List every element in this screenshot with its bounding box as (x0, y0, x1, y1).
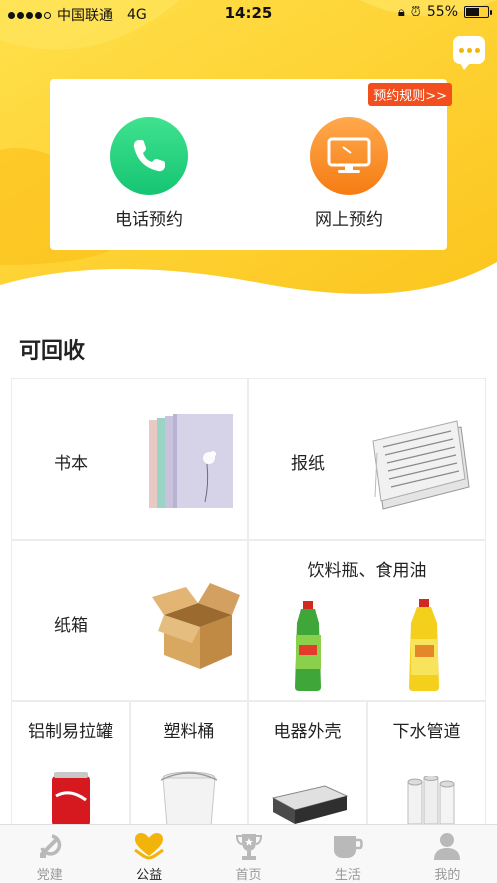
tab-label: 我的 (434, 868, 461, 883)
section-title-recyclable: 可回收 (19, 339, 86, 364)
recyclable-item-cardboard[interactable]: 纸箱 (12, 541, 247, 700)
phone-appointment-button[interactable]: 电话预约 (79, 117, 219, 230)
recyclable-item-cans[interactable]: 铝制易拉罐 (12, 702, 129, 824)
cup-icon (333, 836, 363, 858)
recyclable-grid: 书本 报纸 纸箱 饮料瓶、食用油 铝制易拉罐 塑料桶 电器外壳 下水管道 (11, 378, 486, 824)
party-emblem-icon (39, 834, 61, 858)
person-icon (434, 833, 461, 860)
item-label: 铝制易拉罐 (28, 722, 113, 742)
battery-percent: 55% (426, 4, 458, 20)
recyclable-item-books[interactable]: 书本 (12, 379, 247, 539)
appliance-shell-image (271, 785, 349, 824)
phone-icon (110, 117, 188, 195)
drain-pipe-image (407, 776, 455, 824)
tab-label: 生活 (334, 868, 361, 883)
books-image (149, 414, 233, 508)
status-bar: 中国联通 4G 14:25 🔒︎ ⏰︎ 55% (0, 0, 497, 26)
plastic-bucket-image (160, 771, 218, 824)
item-label: 报纸 (291, 454, 325, 474)
tab-label: 党建 (36, 868, 63, 883)
battery-icon (464, 6, 492, 18)
recyclable-item-bottles-oil[interactable]: 饮料瓶、食用油 (249, 541, 485, 700)
recyclable-item-newspaper[interactable]: 报纸 (249, 379, 485, 539)
bottom-tab-bar: 党建 公益 首页 生活 我的 (0, 824, 497, 883)
online-appointment-label: 网上预约 (315, 210, 383, 230)
cardboard-box-image (152, 583, 240, 669)
chat-bubble-icon[interactable] (453, 36, 485, 70)
tab-label: 首页 (235, 868, 262, 883)
trophy-icon (235, 834, 262, 860)
online-appointment-button[interactable]: 网上预约 (279, 117, 419, 230)
orientation-lock-icon: 🔒︎ (397, 4, 405, 20)
phone-appointment-label: 电话预约 (115, 210, 183, 230)
recyclable-item-plastic-bucket[interactable]: 塑料桶 (131, 702, 247, 824)
tab-label: 公益 (136, 868, 163, 883)
cooking-oil-image (409, 599, 439, 691)
heart-hands-icon (134, 833, 164, 860)
item-label: 纸箱 (54, 616, 88, 636)
tab-mine[interactable]: 我的 (398, 825, 497, 883)
alarm-icon: ⏰︎ (410, 4, 421, 20)
tab-home[interactable]: 首页 (199, 825, 298, 883)
tab-charity[interactable]: 公益 (99, 825, 198, 883)
tab-life[interactable]: 生活 (298, 825, 397, 883)
item-label: 塑料桶 (163, 722, 215, 742)
recyclable-item-drain-pipe[interactable]: 下水管道 (368, 702, 485, 824)
header-banner: 中国联通 4G 14:25 🔒︎ ⏰︎ 55% 预约规则>> 电话预约 网上预约 (0, 0, 497, 310)
item-label: 书本 (54, 454, 88, 474)
soda-can-image (52, 772, 90, 824)
item-label: 下水管道 (392, 722, 461, 742)
newspaper-image (372, 420, 470, 510)
item-label: 饮料瓶、食用油 (307, 561, 427, 581)
recyclable-item-appliance-shell[interactable]: 电器外壳 (249, 702, 366, 824)
item-label: 电器外壳 (273, 722, 342, 742)
monitor-icon (310, 117, 388, 195)
appointment-card: 预约规则>> 电话预约 网上预约 (50, 79, 452, 250)
drink-bottle-image (295, 601, 321, 691)
tab-party-building[interactable]: 党建 (0, 825, 99, 883)
appointment-rules-link[interactable]: 预约规则>> (368, 83, 452, 106)
